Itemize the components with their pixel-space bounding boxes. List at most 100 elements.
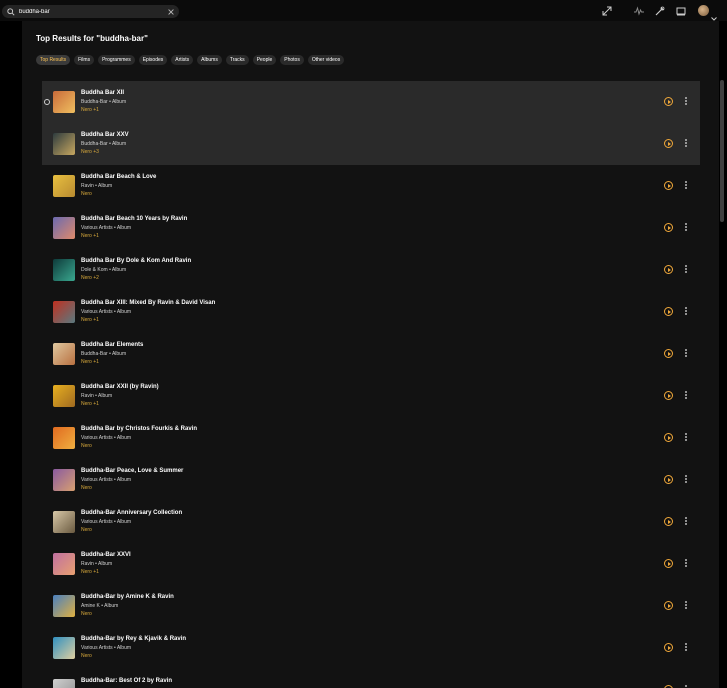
avatar[interactable] bbox=[698, 5, 709, 16]
result-meta: Nero bbox=[81, 191, 92, 197]
filter-chip-episodes[interactable]: Episodes bbox=[138, 55, 168, 65]
list-item[interactable]: Buddha Bar XII Buddha-Bar • Album Nero +1 bbox=[42, 81, 700, 123]
scrollbar[interactable] bbox=[720, 80, 724, 222]
more-icon[interactable] bbox=[683, 348, 689, 358]
play-icon[interactable] bbox=[664, 349, 673, 358]
list-item[interactable]: Buddha Bar XXV Buddha-Bar • Album Nero +3 bbox=[42, 123, 700, 165]
play-icon[interactable] bbox=[664, 97, 673, 106]
expand-icon[interactable] bbox=[601, 5, 613, 17]
filter-chip-artists[interactable]: Artists bbox=[171, 55, 194, 65]
play-icon[interactable] bbox=[664, 559, 673, 568]
list-item[interactable]: Buddha Bar Beach 10 Years by Ravin Variou… bbox=[42, 207, 700, 249]
more-icon[interactable] bbox=[683, 684, 689, 688]
result-title[interactable]: Buddha Bar XXII (by Ravin) bbox=[81, 384, 159, 390]
activity-icon[interactable] bbox=[633, 5, 645, 17]
more-icon[interactable] bbox=[683, 600, 689, 610]
result-title[interactable]: Buddha-Bar Anniversary Collection bbox=[81, 510, 182, 516]
list-item[interactable]: Buddha-Bar by Rey & Kjavik & Ravin Variou… bbox=[42, 627, 700, 669]
more-icon[interactable] bbox=[683, 96, 689, 106]
result-title[interactable]: Buddha Bar Elements bbox=[81, 342, 143, 348]
album-thumbnail[interactable] bbox=[53, 91, 75, 113]
more-icon[interactable] bbox=[683, 642, 689, 652]
result-title[interactable]: Buddha Bar Beach & Love bbox=[81, 174, 156, 180]
filter-chip-photos[interactable]: Photos bbox=[280, 55, 304, 65]
play-icon[interactable] bbox=[664, 517, 673, 526]
search-bar[interactable] bbox=[2, 5, 179, 18]
album-thumbnail[interactable] bbox=[53, 133, 75, 155]
result-title[interactable]: Buddha-Bar by Amine K & Ravin bbox=[81, 594, 174, 600]
result-subtitle: Various Artists • Album bbox=[81, 645, 132, 651]
more-icon[interactable] bbox=[683, 264, 689, 274]
album-thumbnail[interactable] bbox=[53, 553, 75, 575]
result-title[interactable]: Buddha-Bar XXVI bbox=[81, 552, 131, 558]
filter-chip-albums[interactable]: Albums bbox=[197, 55, 222, 65]
filter-chip-tracks[interactable]: Tracks bbox=[225, 55, 249, 65]
album-thumbnail[interactable] bbox=[53, 427, 75, 449]
result-title[interactable]: Buddha-Bar by Rey & Kjavik & Ravin bbox=[81, 636, 186, 642]
search-input[interactable] bbox=[17, 8, 166, 15]
select-radio[interactable] bbox=[44, 99, 50, 105]
list-item[interactable]: Buddha Bar XIII: Mixed By Ravin & David … bbox=[42, 291, 700, 333]
result-title[interactable]: Buddha Bar By Dole & Kom And Ravin bbox=[81, 258, 191, 264]
album-thumbnail[interactable] bbox=[53, 637, 75, 659]
play-icon[interactable] bbox=[664, 433, 673, 442]
more-icon[interactable] bbox=[683, 474, 689, 484]
list-item[interactable]: Buddha-Bar Peace, Love & Summer Various A… bbox=[42, 459, 700, 501]
list-item[interactable]: Buddha-Bar by Amine K & Ravin Amine K • A… bbox=[42, 585, 700, 627]
play-icon[interactable] bbox=[664, 265, 673, 274]
album-thumbnail[interactable] bbox=[53, 595, 75, 617]
more-icon[interactable] bbox=[683, 558, 689, 568]
more-icon[interactable] bbox=[683, 516, 689, 526]
play-icon[interactable] bbox=[664, 181, 673, 190]
more-icon[interactable] bbox=[683, 180, 689, 190]
result-title[interactable]: Buddha Bar by Christos Fourkis & Ravin bbox=[81, 426, 197, 432]
result-title[interactable]: Buddha Bar XXV bbox=[81, 132, 129, 138]
album-thumbnail[interactable] bbox=[53, 217, 75, 239]
cast-icon[interactable] bbox=[675, 5, 687, 17]
play-icon[interactable] bbox=[664, 391, 673, 400]
album-thumbnail[interactable] bbox=[53, 259, 75, 281]
filter-chip-other-videos[interactable]: Other videos bbox=[307, 55, 345, 65]
album-thumbnail[interactable] bbox=[53, 679, 75, 688]
list-item[interactable]: Buddha-Bar: Best Of 2 by Ravin bbox=[42, 669, 700, 688]
list-item[interactable]: Buddha Bar Beach & Love Ravin • Album Nero bbox=[42, 165, 700, 207]
play-icon[interactable] bbox=[664, 475, 673, 484]
play-icon[interactable] bbox=[664, 601, 673, 610]
tools-icon[interactable] bbox=[654, 5, 666, 17]
album-thumbnail[interactable] bbox=[53, 301, 75, 323]
more-icon[interactable] bbox=[683, 138, 689, 148]
result-title[interactable]: Buddha Bar Beach 10 Years by Ravin bbox=[81, 216, 187, 222]
more-icon[interactable] bbox=[683, 222, 689, 232]
filter-chip-people[interactable]: People bbox=[252, 55, 277, 65]
play-icon[interactable] bbox=[664, 223, 673, 232]
list-item[interactable]: Buddha-Bar Anniversary Collection Various… bbox=[42, 501, 700, 543]
search-icon[interactable] bbox=[5, 6, 17, 18]
result-title[interactable]: Buddha Bar XIII: Mixed By Ravin & David … bbox=[81, 300, 215, 306]
list-item[interactable]: Buddha-Bar XXVI Ravin • Album Nero +1 bbox=[42, 543, 700, 585]
list-item[interactable]: Buddha Bar by Christos Fourkis & Ravin Va… bbox=[42, 417, 700, 459]
result-subtitle: Buddha-Bar • Album bbox=[81, 99, 127, 105]
result-title[interactable]: Buddha Bar XII bbox=[81, 90, 124, 96]
more-icon[interactable] bbox=[683, 432, 689, 442]
list-item[interactable]: Buddha Bar By Dole & Kom And Ravin Dole &… bbox=[42, 249, 700, 291]
album-thumbnail[interactable] bbox=[53, 511, 75, 533]
album-thumbnail[interactable] bbox=[53, 343, 75, 365]
album-thumbnail[interactable] bbox=[53, 175, 75, 197]
filter-chip-top-results[interactable]: Top Results bbox=[36, 55, 71, 65]
result-title[interactable]: Buddha-Bar: Best Of 2 by Ravin bbox=[81, 678, 172, 684]
result-subtitle: Various Artists • Album bbox=[81, 477, 132, 483]
album-thumbnail[interactable] bbox=[53, 469, 75, 491]
clear-icon[interactable] bbox=[166, 7, 176, 17]
list-item[interactable]: Buddha Bar Elements Buddha-Bar • Album Ner… bbox=[42, 333, 700, 375]
filter-chip-programmes[interactable]: Programmes bbox=[98, 55, 135, 65]
play-icon[interactable] bbox=[664, 643, 673, 652]
play-icon[interactable] bbox=[664, 307, 673, 316]
list-item[interactable]: Buddha Bar XXII (by Ravin) Ravin • Album N… bbox=[42, 375, 700, 417]
more-icon[interactable] bbox=[683, 306, 689, 316]
result-subtitle: Various Artists • Album bbox=[81, 309, 132, 315]
album-thumbnail[interactable] bbox=[53, 385, 75, 407]
result-title[interactable]: Buddha-Bar Peace, Love & Summer bbox=[81, 468, 183, 474]
play-icon[interactable] bbox=[664, 139, 673, 148]
more-icon[interactable] bbox=[683, 390, 689, 400]
filter-chip-films[interactable]: Films bbox=[74, 55, 95, 65]
